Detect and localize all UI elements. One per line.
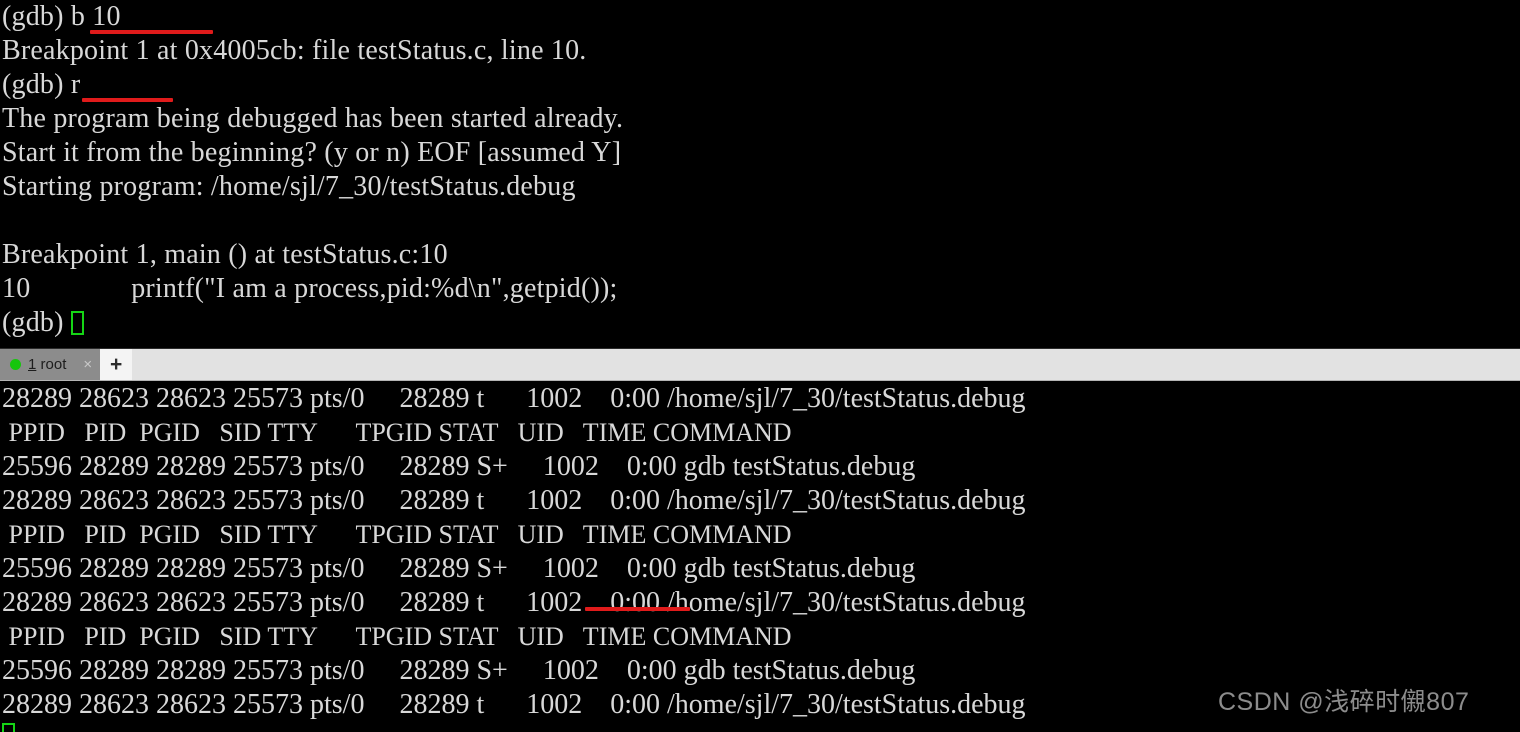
ps-header-row: PPID PID PGID SID TTY TPGID STAT UID TIM… <box>0 518 1520 552</box>
status-dot-icon <box>10 359 21 370</box>
ps-row: 25596 28289 28289 25573 pts/0 28289 S+ 1… <box>0 450 1520 484</box>
close-icon[interactable]: × <box>83 357 92 372</box>
terminal-line: The program being debugged has been star… <box>0 102 1520 136</box>
ps-row: 28289 28623 28623 25573 pts/0 28289 t 10… <box>0 586 1520 620</box>
terminal-line: Breakpoint 1, main () at testStatus.c:10 <box>0 238 1520 272</box>
tab-index: 1 <box>28 356 36 373</box>
text-cursor <box>2 723 15 732</box>
ps-header-row: PPID PID PGID SID TTY TPGID STAT UID TIM… <box>0 620 1520 654</box>
annotation-underline-r <box>82 98 173 102</box>
new-tab-button[interactable]: + <box>100 349 132 380</box>
gdb-output-pane[interactable]: (gdb) b 10 Breakpoint 1 at 0x4005cb: fil… <box>0 0 1520 348</box>
terminal-line: 10 printf("I am a process,pid:%d\n",getp… <box>0 272 1520 306</box>
ps-row: 28289 28623 28623 25573 pts/0 28289 t 10… <box>0 382 1520 416</box>
terminal-line: Starting program: /home/sjl/7_30/testSta… <box>0 170 1520 204</box>
terminal-tabbar: 1 root × + <box>0 348 1520 381</box>
ps-output-pane[interactable]: 28289 28623 28623 25573 pts/0 28289 t 10… <box>0 382 1520 732</box>
ps-cursor-row <box>0 722 1520 732</box>
prompt-text: (gdb) <box>2 307 71 338</box>
terminal-line: (gdb) b 10 <box>0 0 1520 34</box>
terminal-line: (gdb) r <box>0 68 1520 102</box>
terminal-line: Start it from the beginning? (y or n) EO… <box>0 136 1520 170</box>
tab-name: root <box>41 356 67 373</box>
terminal-line: Breakpoint 1 at 0x4005cb: file testStatu… <box>0 34 1520 68</box>
tabbar-empty-space <box>132 349 1520 380</box>
ps-row: 25596 28289 28289 25573 pts/0 28289 S+ 1… <box>0 552 1520 586</box>
text-cursor <box>71 311 84 335</box>
annotation-underline-stat <box>585 607 690 611</box>
terminal-prompt-line: (gdb) <box>0 306 1520 340</box>
tab-label: 1 root <box>28 356 66 373</box>
terminal-window: (gdb) b 10 Breakpoint 1 at 0x4005cb: fil… <box>0 0 1520 732</box>
watermark: CSDN @浅碎时儭807 <box>1218 682 1469 718</box>
tab-1-root[interactable]: 1 root × <box>0 349 100 380</box>
annotation-underline-b10 <box>90 30 213 34</box>
terminal-blank-line <box>0 204 1520 238</box>
ps-header-row: PPID PID PGID SID TTY TPGID STAT UID TIM… <box>0 416 1520 450</box>
ps-row: 28289 28623 28623 25573 pts/0 28289 t 10… <box>0 484 1520 518</box>
